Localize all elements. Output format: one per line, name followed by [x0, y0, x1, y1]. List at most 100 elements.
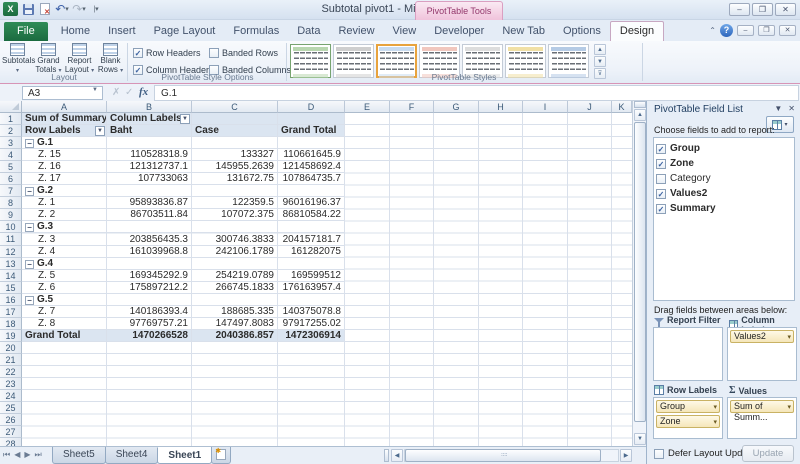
- pivot-cell[interactable]: 161039968.8: [107, 246, 192, 258]
- pivot-cell[interactable]: Baht: [107, 125, 192, 137]
- last-sheet-icon[interactable]: ⏭: [35, 450, 42, 460]
- row-header-1[interactable]: 1: [0, 113, 22, 125]
- row-header-26[interactable]: 26: [0, 414, 22, 426]
- field-item-zone[interactable]: ✓Zone: [656, 156, 792, 171]
- tab-options[interactable]: Options: [554, 22, 610, 41]
- pivot-cell[interactable]: 97917255.02: [278, 318, 345, 330]
- scroll-right-icon[interactable]: ▶: [620, 449, 632, 462]
- column-header-I[interactable]: I: [523, 101, 568, 113]
- pivot-cell[interactable]: [107, 294, 192, 306]
- name-box[interactable]: A3: [22, 86, 103, 100]
- horizontal-scroll-thumb[interactable]: [405, 449, 601, 462]
- tab-new-tab[interactable]: New Tab: [493, 22, 554, 41]
- pivot-cell[interactable]: 242106.1789: [192, 246, 278, 258]
- pivot-cell[interactable]: [278, 221, 345, 233]
- pivot-cell[interactable]: 107733063: [107, 173, 192, 185]
- pivot-cell[interactable]: Z. 17: [22, 173, 107, 185]
- pivot-cell[interactable]: −G.1: [22, 137, 107, 149]
- pivot-cell[interactable]: 161282075: [278, 246, 345, 258]
- pivot-cell[interactable]: 266745.1833: [192, 282, 278, 294]
- pivot-cell[interactable]: 86810584.22: [278, 209, 345, 221]
- panel-menu-icon[interactable]: ▼: [774, 104, 782, 113]
- filter-dropdown-icon[interactable]: ▼: [180, 114, 190, 124]
- pivot-cell[interactable]: −G.2: [22, 185, 107, 197]
- row-header-4[interactable]: 4: [0, 149, 22, 161]
- pivot-cell[interactable]: 254219.0789: [192, 270, 278, 282]
- scroll-left-icon[interactable]: ◀: [391, 449, 403, 462]
- collapse-icon[interactable]: −: [25, 296, 34, 305]
- tab-page-layout[interactable]: Page Layout: [145, 22, 225, 41]
- pivot-cell[interactable]: Z. 5: [22, 270, 107, 282]
- column-header-G[interactable]: G: [434, 101, 479, 113]
- pivot-cell[interactable]: [278, 185, 345, 197]
- workbook-close-window-button[interactable]: ✕: [779, 25, 796, 36]
- row-header-21[interactable]: 21: [0, 354, 22, 366]
- restore-button[interactable]: ❐: [752, 3, 773, 16]
- pivot-cell[interactable]: 107072.375: [192, 209, 278, 221]
- row-header-3[interactable]: 3: [0, 137, 22, 149]
- pivot-cell[interactable]: Column Labels▼: [107, 113, 192, 125]
- pivot-cell[interactable]: 145955.2639: [192, 161, 278, 173]
- pivot-cell[interactable]: Case: [192, 125, 278, 137]
- sheet-tab-sheet5[interactable]: Sheet5: [52, 447, 106, 464]
- pivot-cell[interactable]: [192, 258, 278, 270]
- pivot-cell[interactable]: 110661645.9: [278, 149, 345, 161]
- pivot-cell[interactable]: [192, 294, 278, 306]
- pivot-cell[interactable]: Z. 4: [22, 246, 107, 258]
- row-header-14[interactable]: 14: [0, 270, 22, 282]
- pivot-cell[interactable]: 95893836.87: [107, 197, 192, 209]
- pivot-cell[interactable]: 97769757.21: [107, 318, 192, 330]
- collapse-icon[interactable]: −: [25, 260, 34, 269]
- tab-insert[interactable]: Insert: [99, 22, 145, 41]
- select-all-corner[interactable]: [0, 101, 22, 113]
- pivot-cell[interactable]: 147497.8083: [192, 318, 278, 330]
- update-button[interactable]: Update: [742, 445, 794, 462]
- row-header-2[interactable]: 2: [0, 125, 22, 137]
- pivot-cell[interactable]: [107, 258, 192, 270]
- row-header-8[interactable]: 8: [0, 197, 22, 209]
- row-header-5[interactable]: 5: [0, 161, 22, 173]
- field-item-group[interactable]: ✓Group: [656, 141, 792, 156]
- scroll-down-icon[interactable]: ▼: [634, 433, 646, 445]
- pivot-cell[interactable]: 169345292.9: [107, 270, 192, 282]
- report-layout-button[interactable]: ReportLayout ▾: [64, 41, 95, 75]
- field-item-category[interactable]: Category: [656, 171, 792, 186]
- row-header-6[interactable]: 6: [0, 173, 22, 185]
- row-header-23[interactable]: 23: [0, 378, 22, 390]
- pivot-cell[interactable]: Z. 15: [22, 149, 107, 161]
- pivot-cell[interactable]: [278, 294, 345, 306]
- area-box-values[interactable]: Sum of Summ...: [727, 397, 797, 439]
- pivot-cell[interactable]: −G.3: [22, 221, 107, 233]
- column-header-K[interactable]: K: [612, 101, 632, 113]
- row-header-11[interactable]: 11: [0, 233, 22, 245]
- pivot-cell[interactable]: Grand Total: [278, 125, 345, 137]
- row-header-27[interactable]: 27: [0, 426, 22, 438]
- tab-formulas[interactable]: Formulas: [224, 22, 288, 41]
- pivot-cell[interactable]: [107, 221, 192, 233]
- pivot-cell[interactable]: 110528318.9: [107, 149, 192, 161]
- subtotals-button[interactable]: Subtotals ▾: [2, 41, 33, 75]
- sheet-tab-sheet1[interactable]: Sheet1: [157, 447, 212, 464]
- row-header-20[interactable]: 20: [0, 342, 22, 354]
- pivot-cell[interactable]: 188685.335: [192, 306, 278, 318]
- field-checkbox-icon[interactable]: [656, 174, 666, 184]
- pivot-cell[interactable]: 140186393.4: [107, 306, 192, 318]
- name-box-dropdown-icon[interactable]: ▼: [92, 87, 98, 93]
- workbook-restore-button[interactable]: ❐: [758, 25, 775, 36]
- pivot-cell[interactable]: 131672.75: [192, 173, 278, 185]
- next-sheet-icon[interactable]: ▶: [24, 450, 30, 460]
- field-checkbox-icon[interactable]: ✓: [656, 144, 666, 154]
- field-item-summary[interactable]: ✓Summary: [656, 201, 792, 216]
- row-header-22[interactable]: 22: [0, 366, 22, 378]
- tab-split-handle[interactable]: [384, 449, 389, 462]
- area-box-column-labels[interactable]: Values2: [727, 327, 797, 381]
- prev-sheet-icon[interactable]: ◀: [14, 450, 20, 460]
- checkbox-row-headers[interactable]: ✓Row Headers: [133, 45, 209, 60]
- tab-developer[interactable]: Developer: [425, 22, 493, 41]
- pivot-cell[interactable]: [107, 185, 192, 197]
- tab-home[interactable]: Home: [52, 22, 99, 41]
- tab-file[interactable]: File: [4, 22, 48, 41]
- vertical-scroll-thumb[interactable]: [634, 122, 646, 422]
- row-header-12[interactable]: 12: [0, 246, 22, 258]
- pivot-cell[interactable]: 107864735.7: [278, 173, 345, 185]
